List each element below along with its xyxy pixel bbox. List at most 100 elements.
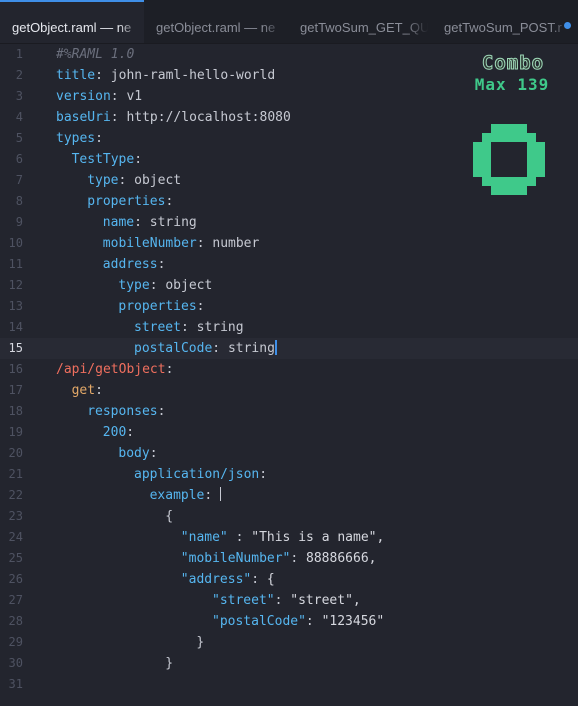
line-number: 26	[8, 572, 23, 586]
line-number: 30	[8, 656, 23, 670]
line-number: 27	[8, 593, 23, 607]
colon-token: :	[110, 110, 119, 125]
colon-token: :	[95, 68, 103, 83]
brace-token: }	[196, 635, 205, 650]
line-content: name: string	[56, 212, 197, 233]
code-editor[interactable]: 1 #%RAML 1.0 2 title: john-raml-hello-world…	[0, 44, 578, 706]
code-line[interactable]: 1 #%RAML 1.0	[0, 44, 578, 65]
code-line[interactable]: 21 application/json:	[0, 464, 578, 485]
line-number: 4	[15, 110, 23, 124]
key-token: types	[56, 131, 96, 146]
code-line[interactable]: 31	[0, 674, 578, 695]
key-token: mobileNumber	[102, 236, 197, 251]
code-line[interactable]: 10 mobileNumber: number	[0, 233, 578, 254]
line-content: "mobileNumber": 88886666,	[56, 548, 377, 569]
tab-gettwosum-get[interactable]: getTwoSum_GET_QU	[288, 0, 432, 43]
line-content: #%RAML 1.0	[56, 44, 134, 65]
colon-token: :	[95, 131, 103, 146]
line-number: 23	[8, 509, 23, 523]
code-line[interactable]: 2 title: john-raml-hello-world	[0, 65, 578, 86]
modified-indicator-icon[interactable]	[564, 22, 571, 29]
value-token: http://localhost:8080	[126, 110, 291, 125]
code-line[interactable]: 12 type: object	[0, 275, 578, 296]
code-line[interactable]: 9 name: string	[0, 212, 578, 233]
json-separator: :	[251, 572, 267, 587]
line-content: properties:	[56, 296, 205, 317]
line-content: example:	[56, 485, 222, 506]
key-token: responses	[87, 404, 158, 419]
line-number: 18	[8, 404, 23, 418]
line-content: "postalCode": "123456"	[56, 611, 384, 632]
line-content: }	[56, 632, 204, 653]
code-line[interactable]: 14 street: string	[0, 317, 578, 338]
code-line[interactable]: 17 get:	[0, 380, 578, 401]
code-line[interactable]: 26 "address": {	[0, 569, 578, 590]
line-number: 13	[8, 299, 23, 313]
line-number: 6	[15, 152, 23, 166]
code-line[interactable]: 28 "postalCode": "123456"	[0, 611, 578, 632]
line-number: 20	[8, 446, 23, 460]
code-line[interactable]: 8 properties:	[0, 191, 578, 212]
line-number: 17	[8, 383, 23, 397]
value-token: john-raml-hello-world	[110, 68, 276, 83]
editor-window: getObject.raml — ne getObject.raml — ne …	[0, 0, 578, 706]
code-line[interactable]: 3 version: v1	[0, 86, 578, 107]
tab-getobject-raml[interactable]: getObject.raml — ne	[144, 0, 288, 43]
value-token: number	[212, 236, 260, 251]
code-line[interactable]: 22 example:	[0, 485, 578, 506]
json-key-token: "postalCode"	[212, 614, 306, 629]
code-line[interactable]: 16/api/getObject:	[0, 359, 578, 380]
code-line[interactable]: 13 properties:	[0, 296, 578, 317]
code-line[interactable]: 27 "street": "street",	[0, 590, 578, 611]
colon-token: :	[157, 257, 166, 272]
key-token: version	[56, 89, 111, 104]
code-line[interactable]: 19 200:	[0, 422, 578, 443]
code-line[interactable]: 20 body:	[0, 443, 578, 464]
line-content: {	[56, 506, 173, 527]
colon-token: :	[196, 236, 205, 251]
line-number: 11	[8, 257, 23, 271]
line-number: 12	[8, 278, 23, 292]
json-key-token: "name"	[180, 530, 228, 545]
colon-token: :	[196, 299, 205, 314]
colon-token: :	[165, 362, 174, 377]
line-number: 2	[15, 68, 23, 82]
key-token: 200	[102, 425, 127, 440]
code-line[interactable]: 6 TestType:	[0, 149, 578, 170]
code-line[interactable]: 25 "mobileNumber": 88886666,	[0, 548, 578, 569]
code-line[interactable]: 23 {	[0, 506, 578, 527]
tab-gettwosum-post[interactable]: getTwoSum_POST.r	[432, 0, 576, 43]
code-line[interactable]: 11 address:	[0, 254, 578, 275]
key-token: name	[102, 215, 135, 230]
key-token: address	[102, 257, 158, 272]
key-token: TestType	[71, 152, 135, 167]
line-content: type: object	[56, 170, 181, 191]
line-content: properties:	[56, 191, 173, 212]
json-key-token: "address"	[180, 572, 252, 587]
route-token: /api/getObject	[56, 362, 166, 377]
tab-label: getObject.raml — ne	[12, 20, 132, 35]
key-token: postalCode	[134, 341, 213, 356]
line-number: 19	[8, 425, 23, 439]
code-line[interactable]: 7 type: object	[0, 170, 578, 191]
code-line[interactable]: 24 "name" : "This is a name",	[0, 527, 578, 548]
key-token: application/json	[134, 467, 260, 482]
code-line[interactable]: 29}	[0, 632, 578, 653]
code-line[interactable]: 4 baseUri: http://localhost:8080	[0, 107, 578, 128]
colon-token: :	[110, 89, 119, 104]
code-line[interactable]: 18 responses:	[0, 401, 578, 422]
code-line[interactable]: 15 postalCode: string	[0, 338, 578, 359]
line-number: 25	[8, 551, 23, 565]
key-token: properties	[87, 194, 166, 209]
line-number: 9	[15, 215, 23, 229]
brace-token: }	[165, 656, 174, 671]
tab-getobject-raml-active[interactable]: getObject.raml — ne	[0, 0, 144, 43]
colon-token: :	[212, 341, 221, 356]
line-number: 28	[8, 614, 23, 628]
code-line[interactable]: 5 types:	[0, 128, 578, 149]
line-content: body:	[56, 443, 157, 464]
code-line[interactable]: 30}	[0, 653, 578, 674]
